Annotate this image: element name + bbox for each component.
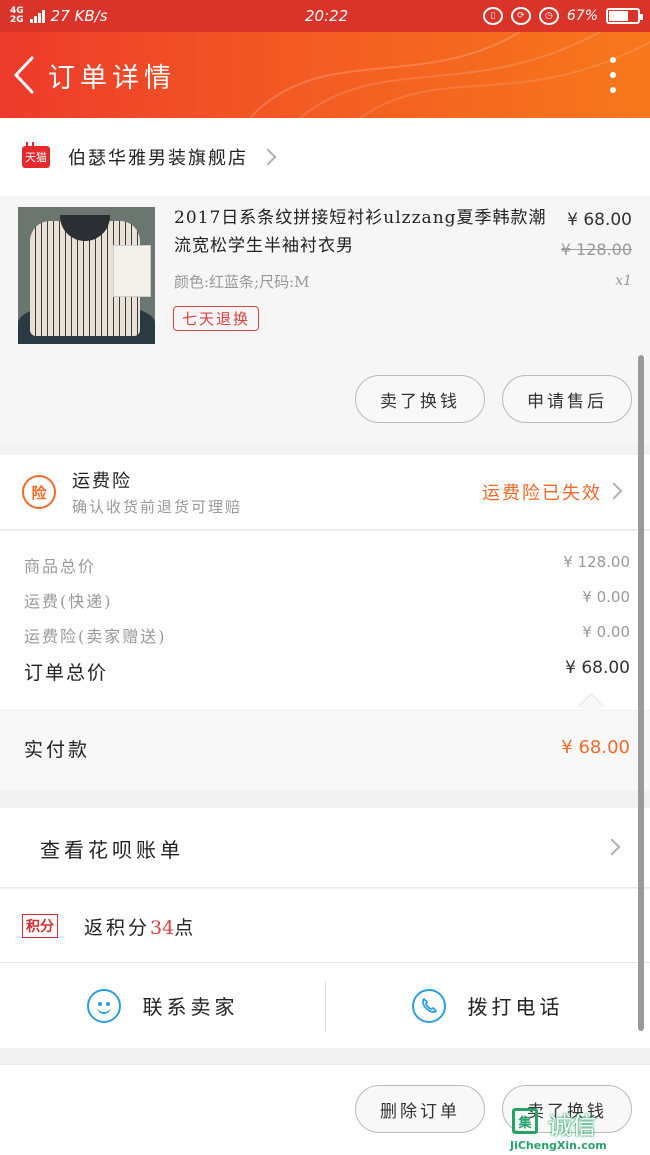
status-right: ▯ ⟳ ◷ 67% [482, 7, 643, 25]
battery-percent: 67% [566, 8, 598, 24]
return-policy-tag: 七天退换 [173, 306, 260, 331]
summary-row: 运费险(卖家赠送) ¥ 0.00 [24, 623, 630, 647]
product-spec: 颜色:红蓝条;尺码:M [174, 273, 310, 291]
summary-label: 运费(快递) [24, 592, 113, 611]
call-phone-button[interactable]: 拨打电话 [325, 963, 650, 1048]
more-dot-icon [610, 57, 616, 63]
product-original-price: ¥ 128.00 [560, 240, 632, 259]
navigation-bar: 订单详情 [0, 32, 650, 118]
contact-bar: 联系卖家 拨打电话 [0, 963, 650, 1048]
more-dot-icon [610, 72, 616, 78]
site-watermark: 集 诚信 JiChengXin.com [508, 1108, 650, 1155]
watermark-url: JiChengXin.com [510, 1139, 607, 1152]
store-row[interactable]: 天猫 伯瑟华雅男装旗舰店 [0, 118, 650, 196]
paid-amount: ¥ 68.00 [561, 737, 630, 758]
huabei-bill-label: 查看花呗账单 [40, 838, 184, 862]
order-total-value: ¥ 68.00 [565, 658, 630, 678]
order-total-row: 订单总价 ¥ 68.00 [24, 658, 630, 685]
huabei-bill-row[interactable]: 查看花呗账单 [0, 808, 650, 888]
product-thumbnail[interactable] [18, 207, 155, 344]
contact-seller-button[interactable]: 联系卖家 [0, 963, 325, 1048]
product-title[interactable]: 2017日系条纹拼接短衬衫ulzzang夏季韩款潮流宽松学生半袖衬衣男 [174, 204, 554, 260]
call-phone-label: 拨打电话 [467, 995, 564, 1019]
alarm-icon: ◷ [538, 7, 559, 25]
summary-label: 商品总价 [24, 557, 97, 576]
network-type-bottom: 2G [10, 15, 24, 25]
summary-value: ¥ 128.00 [563, 553, 630, 571]
battery-icon [606, 8, 643, 24]
more-dot-icon [610, 87, 616, 93]
paid-label: 实付款 [24, 739, 91, 761]
summary-value: ¥ 0.00 [582, 623, 630, 641]
status-bar: 4G 2G 27 KB/s 20:22 ▯ ⟳ ◷ 67% [0, 0, 650, 32]
signal-icon [29, 9, 45, 23]
phone-icon [411, 988, 446, 1023]
points-suffix: 点 [174, 917, 197, 939]
watermark-logo: 集 [512, 1108, 538, 1134]
insurance-subtitle: 确认收货前退货可理赔 [72, 498, 243, 516]
shipping-insurance-row[interactable]: 险 运费险 确认收货前退货可理赔 运费险已失效 [0, 455, 650, 530]
insurance-title: 运费险 [72, 471, 132, 492]
insurance-status: 运费险已失效 [482, 483, 602, 504]
clock: 20:22 [305, 7, 349, 25]
scrollbar[interactable] [638, 355, 644, 1031]
contact-seller-label: 联系卖家 [142, 995, 239, 1019]
points-count: 34 [150, 917, 175, 939]
chevron-right-icon [259, 148, 277, 166]
chevron-right-icon [605, 482, 623, 500]
network-speed: 27 KB/s [50, 7, 108, 25]
insurance-icon: 险 [22, 475, 56, 509]
aftersale-button[interactable]: 申请售后 [502, 375, 632, 423]
product-item[interactable]: 2017日系条纹拼接短衬衫ulzzang夏季韩款潮流宽松学生半袖衬衣男 ¥ 68… [0, 196, 650, 444]
price-summary: 商品总价 ¥ 128.00 运费(快递) ¥ 0.00 运费险(卖家赠送) ¥ … [0, 531, 650, 710]
summary-row: 运费(快递) ¥ 0.00 [24, 588, 630, 612]
points-prefix: 返积分 [84, 917, 151, 939]
product-price: ¥ 68.00 [567, 210, 632, 230]
delete-order-button[interactable]: 删除订单 [355, 1085, 485, 1133]
resell-button[interactable]: 卖了换钱 [355, 375, 485, 423]
vibrate-icon: ▯ [482, 7, 503, 25]
divider [325, 981, 326, 1031]
product-quantity: x1 [615, 273, 632, 289]
tmall-badge: 天猫 [22, 142, 50, 168]
summary-row: 商品总价 ¥ 128.00 [24, 553, 630, 577]
paid-amount-row: 实付款 ¥ 68.00 [0, 710, 650, 790]
summary-value: ¥ 0.00 [582, 588, 630, 606]
more-menu-button[interactable] [606, 57, 620, 93]
chevron-right-icon [603, 838, 621, 856]
points-text: 返积分34点 [84, 913, 196, 940]
points-row: 积分 返积分34点 [0, 889, 650, 963]
points-badge: 积分 [22, 914, 58, 938]
chevron-left-icon [13, 56, 34, 94]
rotation-lock-icon: ⟳ [510, 7, 531, 25]
summary-label: 运费险(卖家赠送) [24, 627, 167, 646]
watermark-text: 诚信 [548, 1112, 596, 1140]
store-name[interactable]: 伯瑟华雅男装旗舰店 [68, 144, 248, 170]
order-total-label: 订单总价 [24, 662, 109, 684]
chat-face-icon [86, 988, 121, 1023]
page-title: 订单详情 [48, 62, 176, 94]
network-indicator: 4G 2G [10, 7, 24, 25]
status-left: 4G 2G 27 KB/s [10, 7, 250, 26]
back-button[interactable] [0, 32, 48, 118]
